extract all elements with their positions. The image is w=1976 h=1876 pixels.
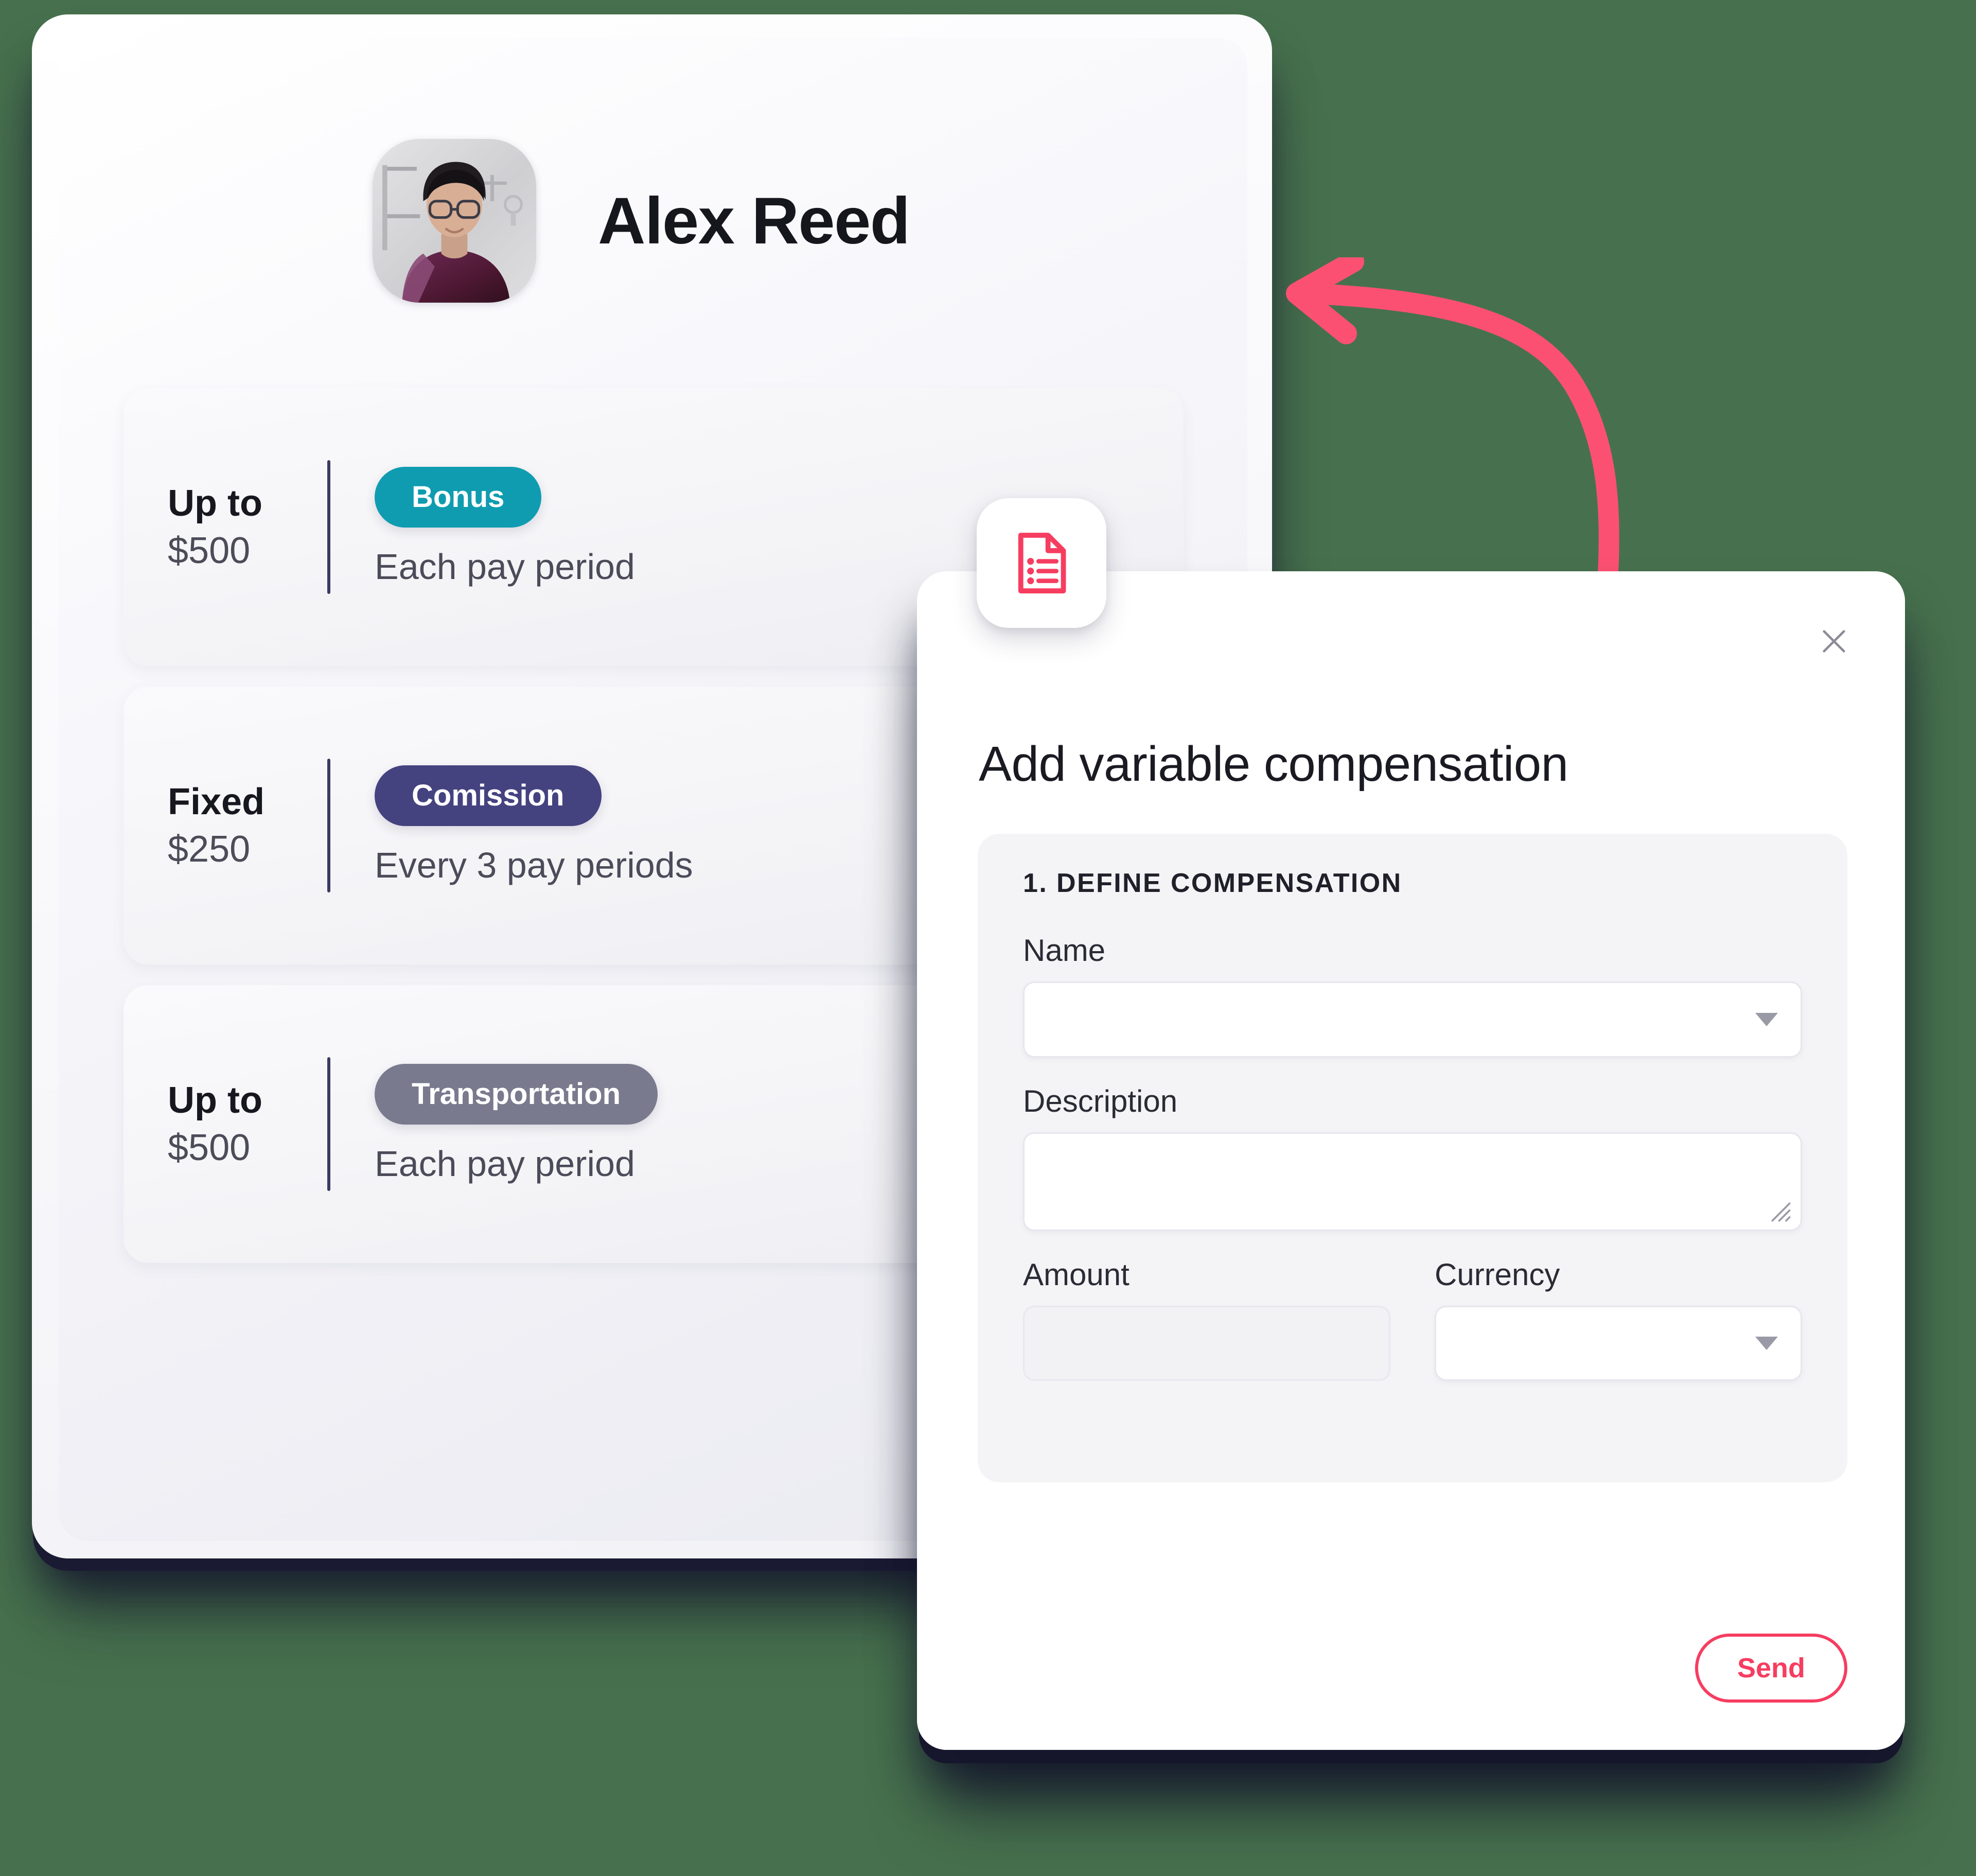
compensation-amount-group: Fixed $250 [168, 778, 327, 873]
row-divider [327, 759, 330, 892]
document-list-badge[interactable] [977, 498, 1106, 628]
dialog-footer: Send [917, 1580, 1905, 1750]
status-badge: Comission [375, 765, 602, 826]
name-label: Name [1023, 933, 1106, 968]
compensation-kind: Fixed [168, 781, 265, 822]
description-field-block: Description [1023, 1083, 1802, 1231]
status-badge: Transportation [375, 1064, 658, 1125]
dialog-title: Add variable compensation [979, 737, 1568, 792]
currency-select[interactable] [1435, 1306, 1802, 1381]
compensation-amount: $500 [168, 530, 251, 571]
compensation-amount-group: Up to $500 [168, 1077, 327, 1171]
amount-field-block: Amount [1023, 1257, 1390, 1381]
define-compensation-panel: 1. DEFINE COMPENSATION Name Description [978, 834, 1847, 1482]
status-badge: Bonus [375, 467, 542, 528]
page-title: Alex Reed [598, 184, 910, 258]
name-select[interactable] [1023, 981, 1802, 1058]
amount-input[interactable] [1023, 1306, 1390, 1381]
compensation-kind: Up to [168, 1079, 262, 1121]
row-divider [327, 1057, 330, 1191]
close-button[interactable] [1810, 618, 1858, 665]
currency-label: Currency [1435, 1257, 1560, 1292]
compensation-amount-group: Up to $500 [168, 480, 327, 574]
send-button[interactable]: Send [1695, 1634, 1847, 1703]
compensation-kind: Up to [168, 482, 262, 524]
chevron-down-icon [1755, 1013, 1778, 1026]
chevron-down-icon [1755, 1337, 1778, 1350]
profile-header: Alex Reed [59, 38, 1247, 404]
name-field-block: Name [1023, 933, 1802, 1058]
compensation-amount: $250 [168, 829, 251, 870]
description-label: Description [1023, 1084, 1178, 1118]
currency-field-block: Currency [1435, 1257, 1802, 1381]
avatar [373, 139, 536, 303]
row-divider [327, 460, 330, 594]
screenshot-stage: Alex Reed Up to $500 Bonus Each pay peri… [0, 0, 1976, 1876]
amount-currency-row: Amount Currency [1023, 1257, 1802, 1381]
document-list-icon [1018, 533, 1066, 593]
resize-grip-icon[interactable] [1771, 1202, 1791, 1222]
amount-label: Amount [1023, 1257, 1130, 1292]
compensation-amount: $500 [168, 1127, 251, 1168]
section-heading: 1. DEFINE COMPENSATION [1023, 868, 1402, 898]
close-icon [1823, 630, 1845, 653]
add-variable-compensation-dialog: Add variable compensation 1. DEFINE COMP… [917, 571, 1905, 1750]
description-textarea[interactable] [1023, 1132, 1802, 1231]
curved-arrow-left-icon [1245, 251, 1631, 583]
